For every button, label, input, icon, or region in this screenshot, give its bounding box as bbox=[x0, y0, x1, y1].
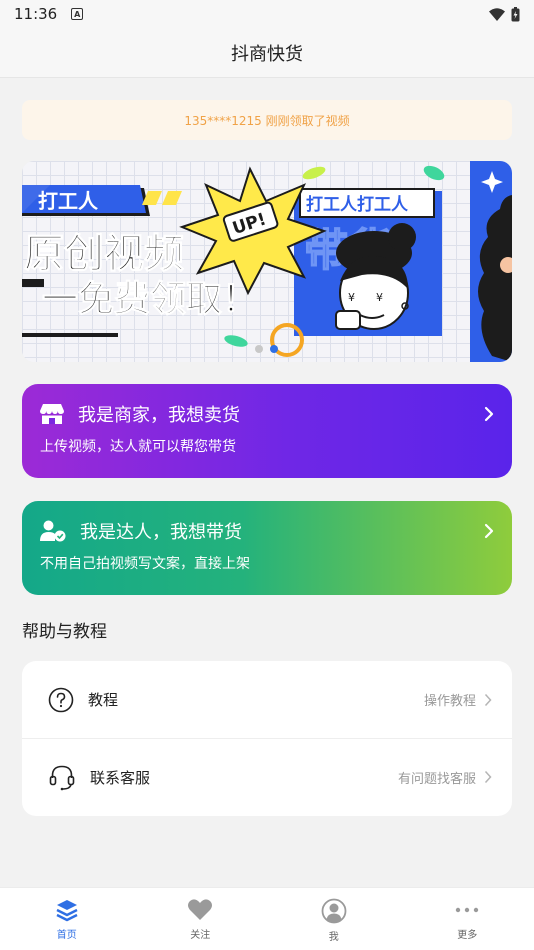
notification-badge: A bbox=[71, 8, 84, 20]
status-time: 11:36 bbox=[14, 5, 58, 23]
tab-label: 首页 bbox=[56, 930, 77, 941]
battery-icon bbox=[511, 6, 520, 21]
app-header: 抖商快货 bbox=[0, 28, 534, 78]
help-item-hint: 有问题找客服 bbox=[397, 771, 476, 787]
influencer-card-subtitle: 不用自己拍视频写文案，直接上架 bbox=[40, 556, 250, 572]
help-item-tutorial[interactable]: 教程 操作教程 bbox=[22, 661, 512, 738]
wifi-icon bbox=[489, 7, 505, 21]
merchant-card[interactable]: 我是商家，我想卖货 上传视频，达人就可以帮您带货 bbox=[22, 384, 512, 478]
tab-follow[interactable]: 关注 bbox=[134, 888, 268, 950]
store-icon bbox=[40, 404, 64, 424]
promo-banner[interactable]: 打工人 带货 打工人打工人 UP! 原创视频 一免费领取！ ¥ ¥ bbox=[22, 161, 512, 362]
merchant-card-subtitle: 上传视频，达人就可以帮您带货 bbox=[40, 439, 236, 455]
help-section-title: 帮助与教程 bbox=[22, 622, 107, 642]
tab-me[interactable]: 我 bbox=[267, 888, 401, 950]
heart-icon bbox=[188, 899, 213, 920]
chevron-right-icon bbox=[484, 523, 494, 539]
banner-tag-left: 打工人 bbox=[38, 189, 99, 213]
svg-text:¥: ¥ bbox=[348, 291, 355, 304]
help-item-support[interactable]: 联系客服 有问题找客服 bbox=[22, 738, 512, 815]
chevron-right-icon bbox=[484, 693, 492, 706]
tab-home[interactable]: 首页 bbox=[0, 888, 134, 950]
headset-icon bbox=[49, 765, 75, 791]
bottom-tab-bar: 首页 关注 我 更多 bbox=[0, 887, 534, 950]
banner-line1: 原创视频 bbox=[24, 231, 184, 277]
banner-line2: 一免费领取！ bbox=[42, 279, 258, 320]
page-title: 抖商快货 bbox=[231, 43, 303, 65]
user-verified-icon bbox=[40, 520, 66, 542]
influencer-card-title: 我是达人，我想带货 bbox=[80, 522, 242, 543]
influencer-card[interactable]: 我是达人，我想带货 不用自己拍视频写文案，直接上架 bbox=[22, 501, 512, 595]
notice-text: 135****1215 刚刚领取了视频 bbox=[184, 113, 350, 128]
tab-label: 更多 bbox=[457, 930, 478, 941]
banner-dot[interactable] bbox=[255, 345, 263, 353]
chevron-right-icon bbox=[484, 406, 494, 422]
help-list: 教程 操作教程 联系客服 有问题找客服 bbox=[22, 661, 512, 816]
help-item-label: 联系客服 bbox=[90, 768, 151, 787]
chevron-right-icon bbox=[484, 770, 492, 784]
layers-icon bbox=[56, 900, 78, 922]
banner-artwork: 打工人 带货 打工人打工人 UP! 原创视频 一免费领取！ ¥ ¥ bbox=[22, 161, 512, 362]
user-icon bbox=[321, 898, 347, 924]
tab-label: 我 bbox=[328, 932, 339, 943]
question-circle-icon bbox=[48, 687, 74, 712]
merchant-card-title: 我是商家，我想卖货 bbox=[78, 405, 240, 426]
notice-banner: 135****1215 刚刚领取了视频 bbox=[22, 100, 512, 140]
help-item-label: 教程 bbox=[88, 691, 119, 709]
help-item-hint: 操作教程 bbox=[423, 694, 476, 709]
tab-label: 关注 bbox=[190, 930, 211, 941]
svg-text:¥: ¥ bbox=[376, 291, 383, 304]
tab-more[interactable]: 更多 bbox=[401, 888, 534, 950]
banner-dot-active[interactable] bbox=[270, 345, 278, 353]
more-dots-icon bbox=[456, 907, 479, 913]
banner-tag-right: 打工人打工人 bbox=[306, 194, 409, 215]
status-bar: 11:36 A bbox=[0, 0, 534, 28]
